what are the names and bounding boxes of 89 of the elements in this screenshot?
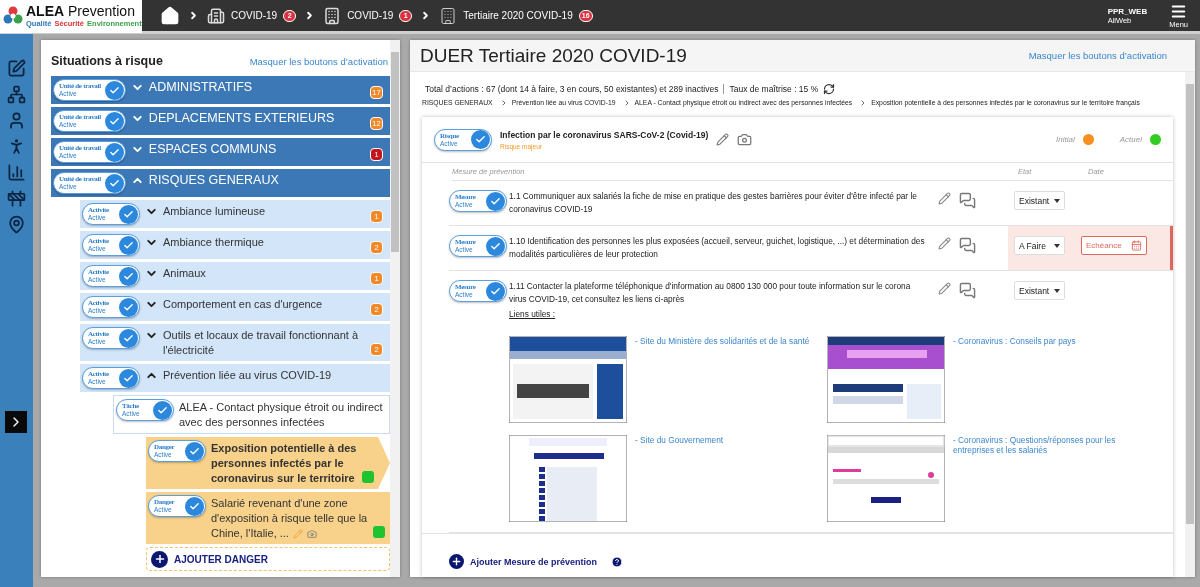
check-icon <box>185 496 204 516</box>
check-icon <box>119 328 138 348</box>
breadcrumb-label: COVID-19 <box>347 10 394 21</box>
risk-title: Infection par le coronavirus SARS-CoV-2 (Covid-19) <box>500 129 709 140</box>
due-date-button[interactable]: Echéance <box>1081 236 1147 255</box>
check-icon <box>471 130 490 149</box>
actions-summary: Total d’actions : 67 (dont 14 à faire, 3 en cours, 50 existantes) et 289 inactives <box>425 84 719 95</box>
row-label: Exposition potentielle à des personnes infectés par le coronavirus sur le territoire <box>211 441 357 486</box>
row-label: Outils et locaux de travail fonctionnant à l'électricité <box>163 328 360 358</box>
check-icon <box>119 235 138 255</box>
resource-link[interactable]: - Site du Gouvernement <box>635 435 724 445</box>
tower-icon <box>439 6 458 25</box>
row-label: Salarié revenant d'une zone d'exposition à risque telle que la Chine, l'Italie, ... <box>211 496 368 541</box>
row-label: DEPLACEMENTS EXTERIEURS <box>148 110 336 126</box>
bar-chart-icon[interactable] <box>7 163 26 182</box>
state-select[interactable]: Existant <box>1014 281 1065 300</box>
barrier-icon[interactable] <box>7 189 26 208</box>
office-building-icon <box>323 6 342 25</box>
row-label: Comportement en cas d'urgence <box>163 297 324 312</box>
breadcrumb-label: Tertiaire 2020 COVID-19 <box>463 10 573 21</box>
comments-icon[interactable] <box>959 192 976 209</box>
state-select[interactable]: A Faire <box>1014 236 1065 255</box>
measure-text: 1.10 Identification des personnes les plus exposées (accueil, serveur, guichet, logistique, ...) et détermination des modalités particulières de leur protection <box>509 235 926 261</box>
mastery-rate: Taux de maîtrise : 15 % <box>729 84 819 95</box>
refresh-icon[interactable] <box>823 83 836 96</box>
expand-sidebar-button[interactable] <box>4 411 27 433</box>
indicator-label: Actuel <box>1119 135 1142 144</box>
check-icon <box>104 173 124 193</box>
scrollbar[interactable] <box>1185 72 1195 577</box>
state-select[interactable]: Existant <box>1014 191 1065 210</box>
check-icon <box>119 297 138 317</box>
check-icon <box>104 142 124 162</box>
links-heading: Liens utiles : <box>509 309 557 319</box>
check-icon <box>104 111 124 131</box>
check-icon <box>104 80 124 100</box>
check-icon <box>153 400 172 420</box>
caret-icon <box>1054 243 1060 248</box>
comments-icon[interactable] <box>959 237 976 254</box>
document-title: DUER Tertiaire 2020 COVID-19 <box>420 44 687 67</box>
row-label: ALEA - Contact physique étroit ou indirect avec des personnes infectées <box>179 400 384 430</box>
home-icon[interactable] <box>160 5 180 26</box>
row-label: Animaux <box>163 266 207 281</box>
row-label: Ambiance lumineuse <box>163 204 267 219</box>
resource-link[interactable]: - Coronavirus : Conseils par pays <box>953 336 1076 346</box>
row-label: ESPACES COMMUNS <box>148 141 278 157</box>
caret-icon <box>1054 288 1060 293</box>
calendar-icon <box>1130 240 1142 251</box>
help-icon[interactable] <box>611 555 624 568</box>
plus-icon <box>151 550 168 568</box>
caret-icon <box>1054 198 1060 203</box>
chevron-icon <box>188 10 199 21</box>
check-icon <box>185 441 204 461</box>
hide-toggles-link[interactable]: Masquer les boutons d’activation <box>1028 50 1167 61</box>
resource-link[interactable]: - Site du Ministère des solidarités et de la santé <box>635 336 810 346</box>
measure-text: 1.1 Communiquer aux salariés la fiche de mise en pratique des gestes barrières pour éviter d'être infecté par le coronavirus COVID-19 <box>509 190 918 216</box>
hide-toggles-link[interactable]: Masquer les boutons d’activation <box>249 55 388 67</box>
camera-icon[interactable] <box>737 132 753 147</box>
row-label: Ambiance thermique <box>163 235 265 250</box>
buildings-icon <box>207 6 225 25</box>
logo-name: ALEA Prevention <box>26 3 136 19</box>
pencil-icon[interactable] <box>716 133 730 146</box>
pencil-icon[interactable] <box>938 282 951 295</box>
camera-icon[interactable] <box>306 529 317 540</box>
edit-icon[interactable] <box>7 59 26 78</box>
row-label: Prévention liée au virus COVID-19 <box>163 368 333 383</box>
add-danger-button[interactable]: AJOUTER DANGER <box>146 547 390 571</box>
hierarchy-icon[interactable] <box>7 85 26 104</box>
comments-icon[interactable] <box>959 282 976 299</box>
add-measure-button[interactable]: Ajouter Mesure de prévention <box>449 554 598 569</box>
pencil-icon[interactable] <box>938 237 951 250</box>
panel-title: Situations à risque <box>51 54 163 68</box>
row-label: RISQUES GENERAUX <box>148 172 280 188</box>
plus-icon <box>449 554 464 569</box>
check-icon <box>486 191 505 211</box>
check-icon <box>486 281 505 301</box>
check-icon <box>119 368 138 388</box>
check-icon <box>486 236 505 256</box>
scrollbar[interactable] <box>390 40 400 577</box>
check-icon <box>119 266 138 286</box>
map-pin-icon[interactable] <box>7 215 26 234</box>
person-icon[interactable] <box>7 111 26 130</box>
measure-text: 1.11 Contacter la plateforme téléphonique d'information au 0800 130 000 pour toute information sur le corona virus COVID-19, cet consultez les liens ci-après <box>509 280 912 306</box>
pencil-icon[interactable] <box>938 192 951 205</box>
check-icon <box>119 204 138 224</box>
indicator-label: Initial <box>1056 135 1075 144</box>
user-login: PPR_WEB <box>1107 6 1148 16</box>
resource-link[interactable]: - Coronavirus : Questions/réponses pour les entreprises et les salariés <box>953 435 1143 455</box>
row-label: ADMINISTRATIFS <box>148 79 254 95</box>
breadcrumb-label: COVID-19 <box>231 10 278 21</box>
